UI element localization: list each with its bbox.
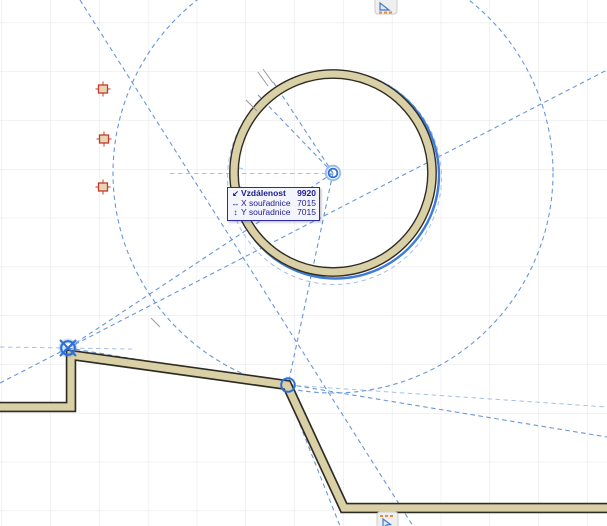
tracker-button-top[interactable] [374, 0, 398, 15]
tracker-button-bottom[interactable] [376, 511, 399, 526]
tooltip-label: Y souřadnice [241, 207, 291, 217]
tooltip-row-y: ↕ Y souřadnice 7015 [230, 207, 317, 218]
x-axis-arrow-icon: ↔ [231, 198, 240, 208]
y-axis-arrow-icon: ↕ [233, 208, 238, 217]
drawing-canvas[interactable]: ↙ Vzdálenost 9920 ↔ X souřadnice 7015 ↕ … [0, 0, 607, 526]
tooltip-value: 7015 [297, 207, 316, 217]
snap-intersection-icon [58, 338, 78, 358]
distance-diagonal-arrow-icon: ↙ [232, 189, 239, 198]
coordinate-tooltip: ↙ Vzdálenost 9920 ↔ X souřadnice 7015 ↕ … [227, 187, 320, 221]
